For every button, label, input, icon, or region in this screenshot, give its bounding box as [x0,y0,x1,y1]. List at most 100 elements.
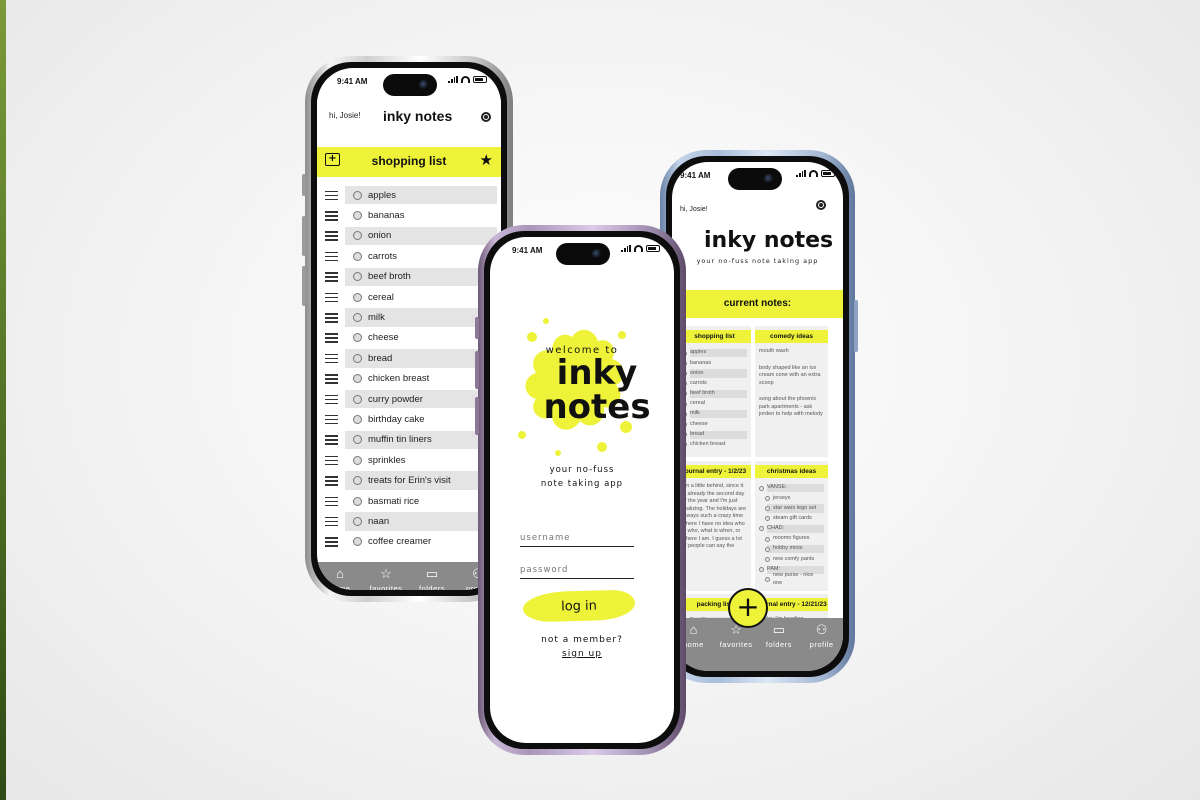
list-item[interactable]: onion [325,226,497,246]
username-field[interactable] [520,525,634,547]
drag-handle-icon[interactable] [325,313,338,323]
drag-handle-icon[interactable] [325,374,338,384]
drag-handle-icon[interactable] [325,414,338,425]
list-item[interactable]: milk [325,307,497,327]
item-label: chicken breast [368,373,430,385]
list-item[interactable]: chicken breast [325,369,491,389]
checkbox-circle[interactable] [353,313,362,323]
settings-gear-icon[interactable] [816,200,826,210]
drag-handle-icon[interactable] [325,272,338,282]
list-item[interactable]: sprinkles [325,450,491,470]
checkbox-circle[interactable] [353,414,362,424]
battery-icon [646,245,660,252]
mini-list-item: apples [682,348,747,358]
item-label: onion [368,230,392,242]
note-card-journal[interactable]: journal entry - 1/2/23 I'm a little behi… [678,461,751,591]
drag-handle-icon[interactable] [325,231,338,241]
mini-item-label: carrots [690,379,707,386]
drag-handle-icon[interactable] [325,190,338,201]
signal-icon [796,170,806,177]
list-item[interactable]: cereal [325,287,491,307]
phone-home-notes: 9:41 AM hi, Josie! inky notes your no-fu… [657,150,858,683]
checkbox-circle [765,505,770,511]
list-item[interactable]: treats for Erin's visit [325,470,497,490]
greeting: hi, Josie! [680,206,708,213]
drag-handle-icon[interactable] [325,476,338,486]
item-label: bananas [368,210,405,222]
checkbox-circle[interactable] [353,211,362,221]
drag-handle-icon[interactable] [325,394,338,405]
drag-handle-icon[interactable] [325,292,338,303]
note-card-comedy[interactable]: comedy ideas mouth wash body shaped like … [755,326,828,457]
volume-down-button [302,266,306,306]
checkbox-circle [765,546,770,552]
drag-handle-icon[interactable] [325,455,338,466]
nav-home[interactable]: ⌂ home [317,562,363,591]
list-item[interactable]: muffin tin liners [325,430,497,450]
mini-list-item: bananas [682,358,747,368]
checkbox-circle[interactable] [353,516,362,526]
settings-gear-icon[interactable] [481,112,491,122]
checkbox-circle[interactable] [353,455,362,465]
screen: 9:41 AM welcome to inky notes your no-fu… [490,237,674,743]
drag-handle-icon[interactable] [325,211,338,221]
username-input[interactable] [520,533,634,546]
drag-handle-icon[interactable] [325,435,338,445]
login-button[interactable]: log in [522,589,636,623]
drag-handle-icon[interactable] [325,537,338,547]
mini-list-item: moomo figures [759,534,824,544]
checkbox-circle[interactable] [353,496,362,506]
mini-list-item: beef broth [682,389,747,399]
checkbox-circle [759,485,764,491]
list-item[interactable]: bananas [325,205,491,225]
list-item[interactable]: bread [325,348,497,368]
password-input[interactable] [520,565,634,578]
signup-link[interactable]: sign up [562,649,602,659]
mini-list-item: CHAD: [759,524,824,534]
nav-favorites[interactable]: ☆ favorites [363,562,409,591]
bottom-nav: ⌂home☆favorites▭folders⚇profile [672,618,843,671]
nav-label: folders [765,640,792,649]
list-item[interactable]: beef broth [325,267,497,287]
power-button [854,300,858,352]
note-card-shopping[interactable]: shopping list apples bananas onion carrots b… [678,326,751,457]
drag-handle-icon[interactable] [325,496,338,507]
list-item[interactable]: apples [325,185,497,205]
drag-handle-icon[interactable] [325,251,338,262]
nav-folders[interactable]: ▭ folders [758,618,801,671]
password-field[interactable] [520,557,634,579]
brand-line-1: inky [556,353,638,393]
volume-up-button [302,216,306,256]
checkbox-circle[interactable] [353,251,362,261]
nav-profile[interactable]: ⚇ profile [800,618,843,671]
nav-label: favorites [369,584,403,590]
list-item[interactable]: carrots [325,246,491,266]
mini-item-label: moomo figures [773,535,810,542]
side-button [302,174,306,196]
add-note-button[interactable]: + [728,588,768,628]
checkbox-circle[interactable] [353,353,362,363]
note-card-christmas[interactable]: christmas ideas VANSE: jerseys star wars l… [755,461,828,591]
checkbox-circle[interactable] [353,394,362,404]
note-card-body: I'm a little behind, since it is already… [682,483,747,549]
nav-label: folders [418,584,445,590]
battery-icon [821,170,835,177]
checkbox-circle[interactable] [353,190,362,200]
tagline: your no-fuss note taking app [696,257,819,265]
nav-folders[interactable]: ▭ folders [409,562,455,591]
list-item[interactable]: birthday cake [325,409,491,429]
status-time: 9:41 AM [680,171,711,180]
list-item[interactable]: cheese [325,328,491,348]
drag-handle-icon[interactable] [325,516,338,527]
drag-handle-icon[interactable] [325,353,338,364]
list-item[interactable]: naan [325,511,497,531]
list-item[interactable]: coffee creamer [325,532,491,552]
tagline-line-1: your no-fuss [549,465,615,475]
checkbox-circle[interactable] [353,292,362,302]
drag-handle-icon[interactable] [325,333,338,343]
favorite-star-icon[interactable]: ★ [480,153,493,168]
item-label: sprinkles [368,454,406,466]
app-logo: inky notes [704,228,834,253]
list-item[interactable]: curry powder [325,389,497,409]
list-item[interactable]: basmati rice [325,491,491,511]
